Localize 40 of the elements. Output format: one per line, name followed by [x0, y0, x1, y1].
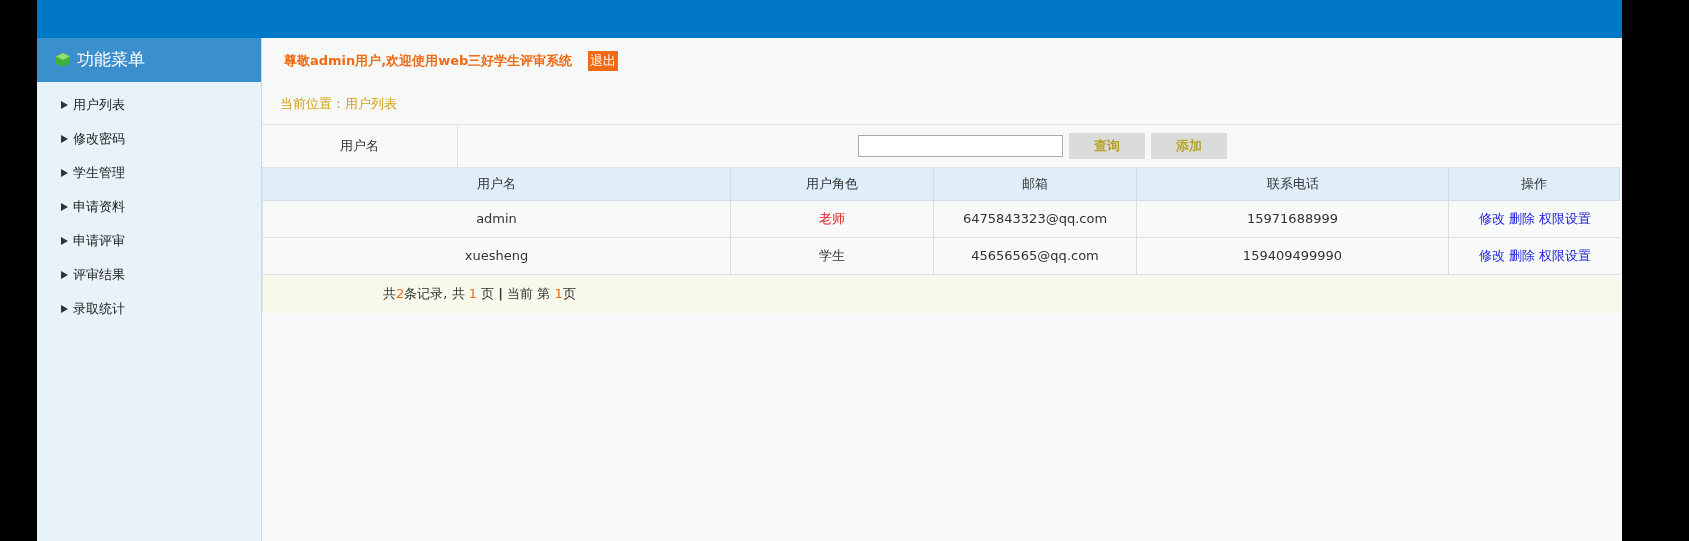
- breadcrumb: 当前位置：用户列表: [280, 95, 397, 114]
- table-cell: admin: [263, 201, 731, 237]
- sidebar-title: 功能菜单: [77, 48, 145, 72]
- triangle-icon: [61, 169, 68, 177]
- search-field[interactable]: [858, 135, 1063, 157]
- menu-item[interactable]: 申请评审: [61, 224, 125, 258]
- triangle-icon: [61, 203, 68, 211]
- menu-item[interactable]: 申请资料: [61, 190, 125, 224]
- action-link[interactable]: 权限设置: [1538, 209, 1591, 229]
- triangle-icon: [61, 237, 68, 245]
- menu-item[interactable]: 用户列表: [61, 88, 125, 122]
- triangle-icon: [61, 305, 68, 313]
- action-link[interactable]: 删除: [1508, 209, 1535, 229]
- pagination-text: 共2条记录, 共 1 页 | 当前 第 1页: [383, 285, 576, 304]
- column-header: 操作: [1449, 168, 1620, 200]
- action-link[interactable]: 权限设置: [1538, 246, 1591, 266]
- role-text: 学生: [819, 247, 845, 266]
- column-header: 联系电话: [1137, 168, 1449, 200]
- table-cell: xuesheng: [263, 238, 731, 274]
- action-link[interactable]: 修改: [1478, 209, 1505, 229]
- welcome-text: 尊敬admin用户,欢迎使用web三好学生评审系统: [284, 52, 573, 71]
- menu-item[interactable]: 学生管理: [61, 156, 125, 190]
- table-cell: 159409499990: [1137, 238, 1449, 274]
- triangle-icon: [61, 271, 68, 279]
- search-label: 用户名: [340, 137, 379, 156]
- column-header: 用户名: [263, 168, 731, 200]
- column-header: 邮箱: [934, 168, 1137, 200]
- table-cell: 15971688999: [1137, 201, 1449, 237]
- table-cell: 6475843323@qq.com: [934, 201, 1137, 237]
- action-link[interactable]: 删除: [1508, 246, 1535, 266]
- role-text: 老师: [819, 210, 845, 229]
- triangle-icon: [61, 101, 68, 109]
- menu-item[interactable]: 录取统计: [61, 292, 125, 326]
- column-header: 用户角色: [731, 168, 934, 200]
- cube-icon: [55, 52, 71, 68]
- triangle-icon: [61, 135, 68, 143]
- action-link[interactable]: 修改: [1478, 246, 1505, 266]
- menu-item[interactable]: 评审结果: [61, 258, 125, 292]
- table-cell: 45656565@qq.com: [934, 238, 1137, 274]
- menu-item[interactable]: 修改密码: [61, 122, 125, 156]
